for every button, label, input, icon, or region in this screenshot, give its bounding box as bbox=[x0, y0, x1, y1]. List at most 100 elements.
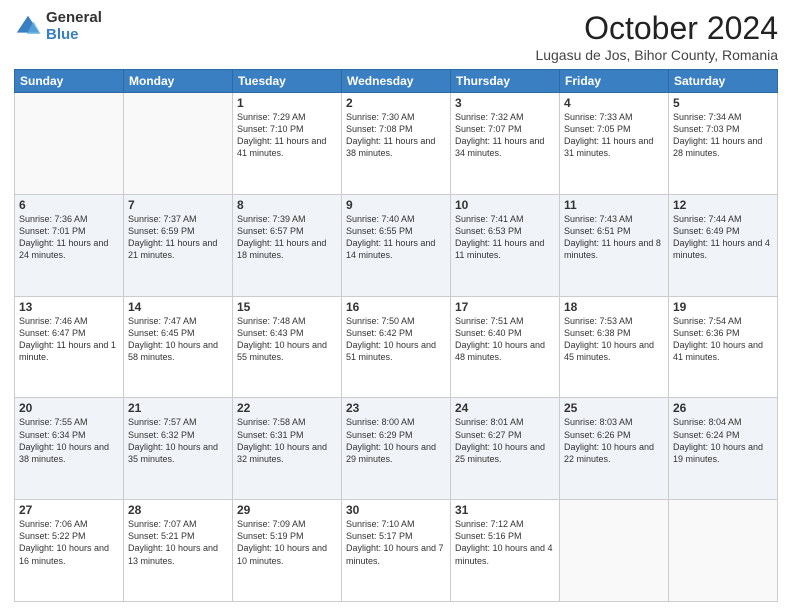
logo-general: General bbox=[46, 10, 102, 27]
calendar-row: 27Sunrise: 7:06 AMSunset: 5:22 PMDayligh… bbox=[15, 500, 778, 602]
logo: General Blue bbox=[14, 10, 102, 43]
day-number: 25 bbox=[564, 401, 664, 415]
table-row bbox=[560, 500, 669, 602]
col-sunday: Sunday bbox=[15, 70, 124, 93]
day-number: 13 bbox=[19, 300, 119, 314]
day-number: 18 bbox=[564, 300, 664, 314]
day-number: 5 bbox=[673, 96, 773, 110]
day-number: 11 bbox=[564, 198, 664, 212]
calendar-table: Sunday Monday Tuesday Wednesday Thursday… bbox=[14, 69, 778, 602]
header: General Blue October 2024 Lugasu de Jos,… bbox=[14, 10, 778, 63]
day-number: 1 bbox=[237, 96, 337, 110]
table-row: 20 Sunrise: 7:55 AMSunset: 6:34 PMDayligh… bbox=[15, 398, 124, 500]
table-row: 27Sunrise: 7:06 AMSunset: 5:22 PMDayligh… bbox=[15, 500, 124, 602]
cell-info: Sunrise: 7:10 AMSunset: 5:17 PMDaylight:… bbox=[346, 519, 444, 565]
cell-info: Sunrise: 7:51 AMSunset: 6:40 PMDaylight:… bbox=[455, 316, 545, 362]
day-number: 22 bbox=[237, 401, 337, 415]
day-number: 31 bbox=[455, 503, 555, 517]
cell-info: Sunrise: 7:40 AMSunset: 6:55 PMDaylight:… bbox=[346, 214, 435, 260]
table-row: 9 Sunrise: 7:40 AMSunset: 6:55 PMDaylight… bbox=[342, 194, 451, 296]
cell-info: Sunrise: 7:46 AMSunset: 6:47 PMDaylight:… bbox=[19, 316, 116, 362]
page: General Blue October 2024 Lugasu de Jos,… bbox=[0, 0, 792, 612]
subtitle: Lugasu de Jos, Bihor County, Romania bbox=[535, 47, 778, 63]
calendar-row: 6 Sunrise: 7:36 AMSunset: 7:01 PMDaylight… bbox=[15, 194, 778, 296]
col-friday: Friday bbox=[560, 70, 669, 93]
calendar-row: 13 Sunrise: 7:46 AMSunset: 6:47 PMDayligh… bbox=[15, 296, 778, 398]
day-number: 21 bbox=[128, 401, 228, 415]
day-number: 10 bbox=[455, 198, 555, 212]
cell-info: Sunrise: 8:01 AMSunset: 6:27 PMDaylight:… bbox=[455, 417, 545, 463]
calendar-row: 1 Sunrise: 7:29 AMSunset: 7:10 PMDaylight… bbox=[15, 93, 778, 195]
day-number: 6 bbox=[19, 198, 119, 212]
main-title: October 2024 bbox=[535, 10, 778, 47]
cell-info: Sunrise: 7:55 AMSunset: 6:34 PMDaylight:… bbox=[19, 417, 109, 463]
table-row: 25 Sunrise: 8:03 AMSunset: 6:26 PMDayligh… bbox=[560, 398, 669, 500]
table-row: 7Sunrise: 7:37 AMSunset: 6:59 PMDaylight… bbox=[124, 194, 233, 296]
table-row: 30 Sunrise: 7:10 AMSunset: 5:17 PMDayligh… bbox=[342, 500, 451, 602]
calendar-row: 20 Sunrise: 7:55 AMSunset: 6:34 PMDayligh… bbox=[15, 398, 778, 500]
day-number: 2 bbox=[346, 96, 446, 110]
table-row: 11Sunrise: 7:43 AMSunset: 6:51 PMDayligh… bbox=[560, 194, 669, 296]
table-row: 14Sunrise: 7:47 AMSunset: 6:45 PMDayligh… bbox=[124, 296, 233, 398]
table-row bbox=[124, 93, 233, 195]
table-row: 22 Sunrise: 7:58 AMSunset: 6:31 PMDayligh… bbox=[233, 398, 342, 500]
day-number: 15 bbox=[237, 300, 337, 314]
cell-info: Sunrise: 7:41 AMSunset: 6:53 PMDaylight:… bbox=[455, 214, 544, 260]
cell-info: Sunrise: 7:12 AMSunset: 5:16 PMDaylight:… bbox=[455, 519, 553, 565]
cell-info: Sunrise: 7:34 AMSunset: 7:03 PMDaylight:… bbox=[673, 112, 762, 158]
cell-info: Sunrise: 7:29 AMSunset: 7:10 PMDaylight:… bbox=[237, 112, 326, 158]
table-row: 17Sunrise: 7:51 AMSunset: 6:40 PMDayligh… bbox=[451, 296, 560, 398]
logo-blue: Blue bbox=[46, 27, 102, 44]
day-number: 29 bbox=[237, 503, 337, 517]
day-number: 7 bbox=[128, 198, 228, 212]
table-row bbox=[15, 93, 124, 195]
cell-info: Sunrise: 7:58 AMSunset: 6:31 PMDaylight:… bbox=[237, 417, 327, 463]
table-row: 31 Sunrise: 7:12 AMSunset: 5:16 PMDayligh… bbox=[451, 500, 560, 602]
title-block: October 2024 Lugasu de Jos, Bihor County… bbox=[535, 10, 778, 63]
table-row: 6 Sunrise: 7:36 AMSunset: 7:01 PMDaylight… bbox=[15, 194, 124, 296]
day-number: 8 bbox=[237, 198, 337, 212]
table-row bbox=[669, 500, 778, 602]
table-row: 24 Sunrise: 8:01 AMSunset: 6:27 PMDayligh… bbox=[451, 398, 560, 500]
day-number: 20 bbox=[19, 401, 119, 415]
col-wednesday: Wednesday bbox=[342, 70, 451, 93]
table-row: 13 Sunrise: 7:46 AMSunset: 6:47 PMDayligh… bbox=[15, 296, 124, 398]
table-row: 2Sunrise: 7:30 AMSunset: 7:08 PMDaylight… bbox=[342, 93, 451, 195]
day-number: 9 bbox=[346, 198, 446, 212]
table-row: 5 Sunrise: 7:34 AMSunset: 7:03 PMDaylight… bbox=[669, 93, 778, 195]
cell-info: Sunrise: 7:50 AMSunset: 6:42 PMDaylight:… bbox=[346, 316, 436, 362]
table-row: 12Sunrise: 7:44 AMSunset: 6:49 PMDayligh… bbox=[669, 194, 778, 296]
col-monday: Monday bbox=[124, 70, 233, 93]
cell-info: Sunrise: 7:57 AMSunset: 6:32 PMDaylight:… bbox=[128, 417, 218, 463]
cell-info: Sunrise: 8:03 AMSunset: 6:26 PMDaylight:… bbox=[564, 417, 654, 463]
day-number: 24 bbox=[455, 401, 555, 415]
table-row: 15 Sunrise: 7:48 AMSunset: 6:43 PMDayligh… bbox=[233, 296, 342, 398]
table-row: 10 Sunrise: 7:41 AMSunset: 6:53 PMDayligh… bbox=[451, 194, 560, 296]
table-row: 8 Sunrise: 7:39 AMSunset: 6:57 PMDaylight… bbox=[233, 194, 342, 296]
day-number: 3 bbox=[455, 96, 555, 110]
cell-info: Sunrise: 7:39 AMSunset: 6:57 PMDaylight:… bbox=[237, 214, 326, 260]
col-thursday: Thursday bbox=[451, 70, 560, 93]
logo-icon bbox=[14, 13, 42, 41]
calendar-header-row: Sunday Monday Tuesday Wednesday Thursday… bbox=[15, 70, 778, 93]
table-row: 19Sunrise: 7:54 AMSunset: 6:36 PMDayligh… bbox=[669, 296, 778, 398]
table-row: 3Sunrise: 7:32 AMSunset: 7:07 PMDaylight… bbox=[451, 93, 560, 195]
day-number: 30 bbox=[346, 503, 446, 517]
cell-info: Sunrise: 7:36 AMSunset: 7:01 PMDaylight:… bbox=[19, 214, 108, 260]
table-row: 21 Sunrise: 7:57 AMSunset: 6:32 PMDayligh… bbox=[124, 398, 233, 500]
cell-info: Sunrise: 8:00 AMSunset: 6:29 PMDaylight:… bbox=[346, 417, 436, 463]
table-row: 16 Sunrise: 7:50 AMSunset: 6:42 PMDayligh… bbox=[342, 296, 451, 398]
cell-info: Sunrise: 7:47 AMSunset: 6:45 PMDaylight:… bbox=[128, 316, 218, 362]
cell-info: Sunrise: 8:04 AMSunset: 6:24 PMDaylight:… bbox=[673, 417, 763, 463]
cell-info: Sunrise: 7:54 AMSunset: 6:36 PMDaylight:… bbox=[673, 316, 763, 362]
cell-info: Sunrise: 7:09 AMSunset: 5:19 PMDaylight:… bbox=[237, 519, 327, 565]
day-number: 26 bbox=[673, 401, 773, 415]
col-tuesday: Tuesday bbox=[233, 70, 342, 93]
cell-info: Sunrise: 7:48 AMSunset: 6:43 PMDaylight:… bbox=[237, 316, 327, 362]
cell-info: Sunrise: 7:07 AMSunset: 5:21 PMDaylight:… bbox=[128, 519, 218, 565]
table-row: 28Sunrise: 7:07 AMSunset: 5:21 PMDayligh… bbox=[124, 500, 233, 602]
cell-info: Sunrise: 7:44 AMSunset: 6:49 PMDaylight:… bbox=[673, 214, 770, 260]
cell-info: Sunrise: 7:53 AMSunset: 6:38 PMDaylight:… bbox=[564, 316, 654, 362]
day-number: 16 bbox=[346, 300, 446, 314]
table-row: 18 Sunrise: 7:53 AMSunset: 6:38 PMDayligh… bbox=[560, 296, 669, 398]
